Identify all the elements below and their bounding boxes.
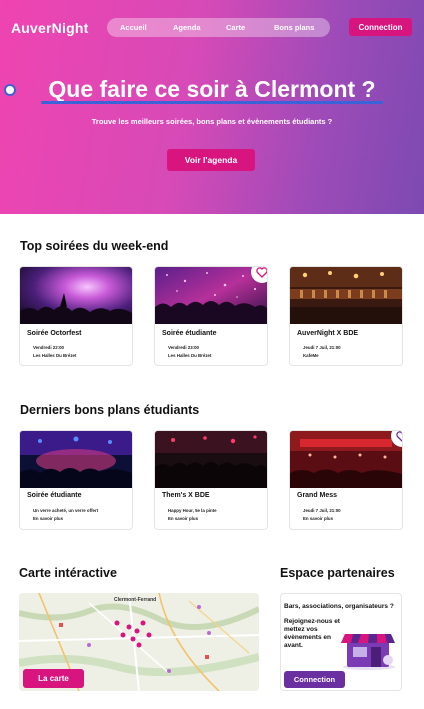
event-title: Soirée étudiante [162, 330, 217, 337]
deal-more-link[interactable]: En savoir plus [33, 516, 63, 521]
deal-title: Soirée étudiante [27, 492, 82, 499]
main-nav: Accueil Agenda Carte Bons plans [107, 18, 330, 37]
hero-subtitle: Trouve les meilleurs soirées, bons plans… [91, 117, 333, 126]
deal-image-venue [290, 431, 402, 488]
partner-headline: Bars, associations, organisateurs ? [284, 603, 394, 610]
deal-card[interactable]: Grand Mess Jeudi 7 Juil, 21:00 En savoir… [289, 430, 403, 530]
event-venue: KafeMe [303, 353, 319, 358]
event-card[interactable]: Soirée Octorfest Vendredi 22:00 Les Hall… [19, 266, 133, 366]
partner-login-button[interactable]: Connection [284, 671, 345, 688]
hero-title: Que faire ce soir à Clermont ? [48, 76, 376, 102]
nav-bons-plans[interactable]: Bons plans [274, 23, 314, 32]
login-button[interactable]: Connection [349, 18, 412, 36]
nav-accueil[interactable]: Accueil [120, 23, 147, 32]
event-image-crowd [155, 267, 267, 324]
deal-title: Them's X BDE [162, 492, 210, 499]
partner-card: Bars, associations, organisateurs ? Rejo… [280, 593, 402, 691]
section-title-deals: Derniers bons plans étudiants [20, 403, 200, 417]
deal-image-stage [20, 431, 132, 488]
agenda-button[interactable]: Voir l'agenda [167, 149, 255, 171]
heart-icon [396, 431, 402, 442]
deal-more-link[interactable]: En savoir plus [168, 516, 198, 521]
partner-body-line: Rejoignez-nous et [284, 618, 340, 625]
brand-logo[interactable]: AuverNight [11, 20, 88, 36]
partner-body-line: mettez vos [284, 626, 318, 633]
partner-body-line: avant. [284, 642, 303, 649]
deal-offer: Happy Hour, 5e la pinte [168, 508, 217, 513]
event-title: Soirée Octorfest [27, 330, 82, 337]
event-date: Vendredi 22:00 [33, 345, 64, 350]
heart-icon [256, 267, 267, 278]
deal-offer: Un verre acheté, un verre offert [33, 508, 99, 513]
event-venue: Les Halles Du Brézet [33, 353, 77, 358]
event-card[interactable]: Soirée étudiante Vendredi 23:00 Les Hall… [154, 266, 268, 366]
event-date: Vendredi 23:00 [168, 345, 199, 350]
deal-more-link[interactable]: En savoir plus [303, 516, 333, 521]
event-image-concert [20, 267, 132, 324]
partner-body-line: évènements en [284, 634, 331, 641]
deal-title: Grand Mess [297, 492, 338, 499]
nav-carte[interactable]: Carte [226, 23, 245, 32]
event-date: Jeudi 7 Juil, 21:00 [303, 345, 341, 350]
deal-card[interactable]: Soirée étudiante Un verre acheté, un ver… [19, 430, 133, 530]
map-button[interactable]: La carte [23, 669, 84, 688]
event-title: AuverNight X BDE [297, 330, 359, 337]
section-title-map: Carte intéractive [19, 566, 117, 580]
deal-card[interactable]: Them's X BDE Happy Hour, 5e la pinte En … [154, 430, 268, 530]
section-title-weekend: Top soirées du week-end [20, 239, 169, 253]
storefront-icon [341, 634, 395, 670]
nav-agenda[interactable]: Agenda [173, 23, 201, 32]
event-venue: Les Halles Du Brézet [168, 353, 212, 358]
event-image-bar [290, 267, 402, 324]
deal-offer: Jeudi 7 Juil, 21:00 [303, 508, 341, 513]
section-title-partners: Espace partenaires [280, 566, 395, 580]
deal-image-club [155, 431, 267, 488]
hero-banner: AuverNight Accueil Agenda Carte Bons pla… [0, 0, 424, 214]
map-city-label: Clermont-Ferrand [114, 597, 157, 603]
event-card[interactable]: AuverNight X BDE Jeudi 7 Juil, 21:00 Kaf… [289, 266, 403, 366]
title-underline [41, 101, 383, 104]
